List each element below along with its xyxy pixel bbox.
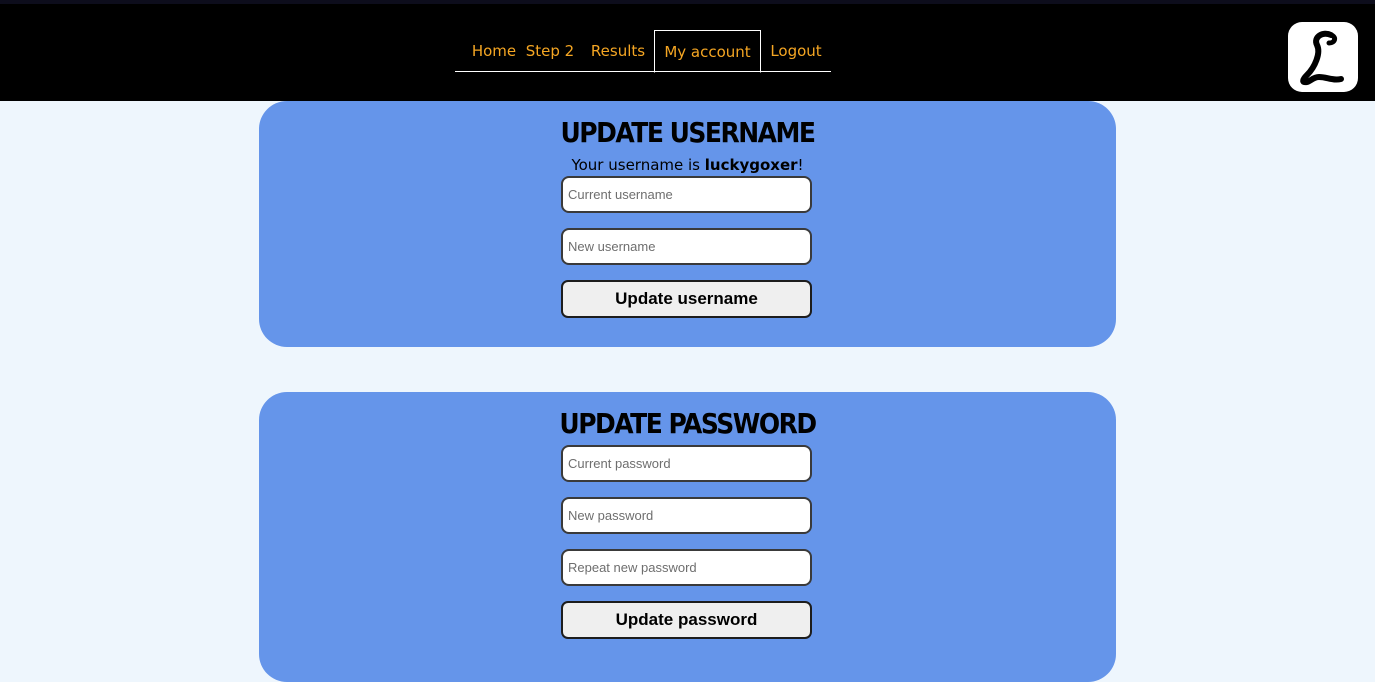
logo[interactable]: [1288, 22, 1358, 92]
navbar: Home Step 2 Results My account Logout: [0, 4, 1375, 101]
new-password-input[interactable]: [561, 497, 812, 534]
new-username-input[interactable]: [561, 228, 812, 265]
username-info-prefix: Your username is: [571, 156, 705, 174]
main-nav: Home Step 2 Results My account Logout: [455, 30, 831, 73]
update-username-card: Update username Your username is luckygo…: [259, 101, 1116, 347]
nav-item-step-2[interactable]: Step 2: [525, 30, 575, 72]
update-password-card: Update password Update password: [259, 392, 1116, 682]
logo-icon: [1300, 30, 1344, 86]
update-password-title: Update password: [559, 407, 817, 440]
update-username-button[interactable]: Update username: [561, 280, 812, 318]
nav-item-my-account[interactable]: My account: [654, 30, 761, 73]
username-info-suffix: !: [797, 156, 804, 174]
nav-item-logout[interactable]: Logout: [767, 30, 825, 72]
nav-item-results[interactable]: Results: [589, 30, 647, 72]
username-info: Your username is luckygoxer!: [259, 156, 1116, 174]
repeat-password-input[interactable]: [561, 549, 812, 586]
nav-item-home[interactable]: Home: [463, 30, 525, 72]
update-password-button[interactable]: Update password: [561, 601, 812, 639]
current-username-value: luckygoxer: [704, 156, 798, 174]
current-username-input[interactable]: [561, 176, 812, 213]
update-username-title: Update username: [560, 116, 816, 149]
current-password-input[interactable]: [561, 445, 812, 482]
